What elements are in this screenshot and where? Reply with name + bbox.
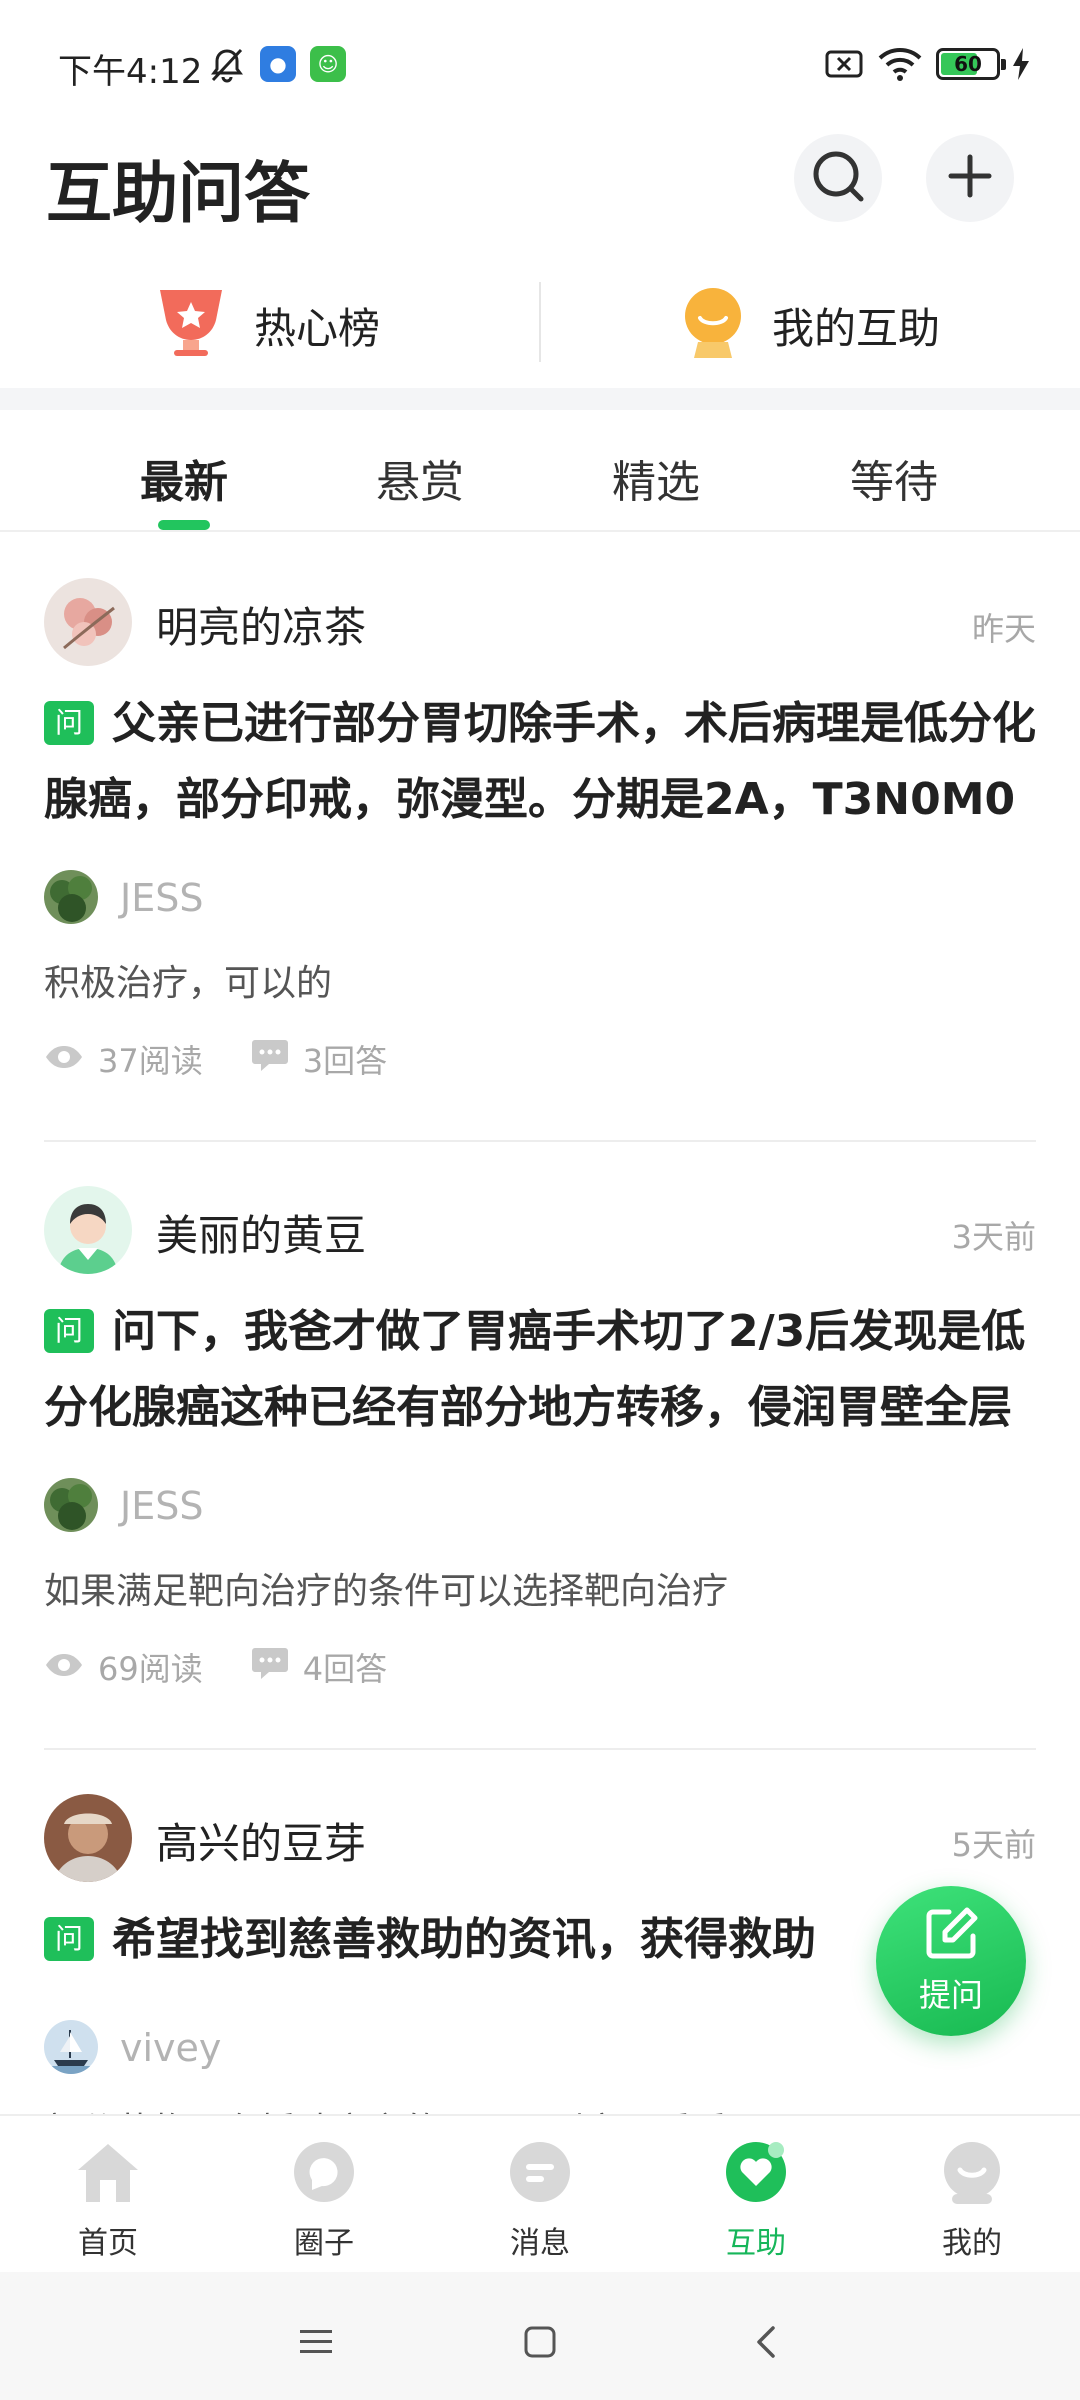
quick-link-label: 热心榜 [254, 303, 381, 353]
search-icon [809, 147, 867, 209]
username[interactable]: 明亮的凉茶 [156, 594, 366, 655]
search-button[interactable] [794, 134, 882, 222]
answerer-avatar[interactable] [44, 2020, 98, 2074]
quick-link-label: 我的互助 [772, 303, 941, 353]
answer-preview: 如果满足靶向治疗的条件可以选择靶向治疗 [44, 1571, 729, 1612]
heart-icon [722, 2140, 790, 2210]
charging-bolt-icon [1010, 46, 1032, 86]
question-feed: 明亮的凉茶 昨天 问父亲已进行部分胃切除手术，术后病理是低分化腺癌，部分印戒，弥… [0, 534, 1080, 2114]
bell-off-icon [208, 46, 246, 88]
nav-label: 互助 [726, 2226, 786, 2261]
section-gap [0, 388, 1080, 410]
answerer-name[interactable]: JESS [120, 1484, 203, 1528]
nav-label: 我的 [942, 2226, 1002, 2261]
post-time: 5天前 [951, 1826, 1036, 1864]
battery-icon: 60 [936, 48, 1006, 80]
answerer-name[interactable]: JESS [120, 876, 203, 920]
answerer-avatar[interactable] [44, 870, 98, 924]
home-icon [74, 2140, 142, 2210]
profile-icon [938, 2140, 1006, 2210]
message-icon [506, 2140, 574, 2210]
avatar[interactable] [44, 1186, 132, 1274]
wifi-icon [878, 46, 922, 86]
nav-circle[interactable]: 圈子 [216, 2140, 432, 2262]
nav-label: 圈子 [294, 2226, 354, 2261]
trophy-icon [154, 286, 228, 364]
post-stats: 69阅读 4回答 [44, 1642, 435, 1692]
answer-count: 4回答 [302, 1650, 388, 1688]
add-button[interactable] [926, 134, 1014, 222]
question-title[interactable]: 问父亲已进行部分胃切除手术，术后病理是低分化腺癌，部分印戒，弥漫型。分期是2A，… [44, 686, 1036, 838]
tab-bar: 最新 悬赏 精选 等待 [0, 410, 1080, 532]
eye-icon [44, 1648, 98, 1686]
nav-profile[interactable]: 我的 [864, 2140, 1080, 2262]
post-time: 3天前 [951, 1218, 1036, 1256]
question-badge: 问 [44, 1309, 94, 1353]
username[interactable]: 美丽的黄豆 [156, 1202, 366, 1263]
nav-label: 消息 [510, 2226, 570, 2261]
post-time: 昨天 [971, 610, 1036, 648]
edit-icon [923, 1906, 979, 1966]
quick-link-my-help[interactable]: 我的互助 [680, 270, 940, 380]
nav-home[interactable]: 首页 [0, 2140, 216, 2262]
nav-messages[interactable]: 消息 [432, 2140, 648, 2262]
home-square-icon[interactable] [510, 2312, 570, 2372]
read-count: 37阅读 [98, 1042, 203, 1080]
question-text: 父亲已进行部分胃切除手术，术后病理是低分化腺癌，部分印戒，弥漫型。分期是2A，T… [44, 698, 1036, 825]
tab-indicator [158, 520, 210, 530]
ask-question-button[interactable]: 提问 [876, 1886, 1026, 2036]
plus-icon [945, 151, 995, 205]
username[interactable]: 高兴的豆芽 [156, 1810, 366, 1871]
comment-icon [251, 1646, 303, 1688]
avatar[interactable] [44, 1794, 132, 1882]
android-icon: ☺ [310, 46, 346, 82]
menu-icon[interactable] [286, 2312, 346, 2372]
quick-links: 热心榜 我的互助 [0, 270, 1080, 380]
page-title: 互助问答 [46, 155, 310, 232]
circle-chat-icon [290, 2140, 358, 2210]
tab-latest[interactable]: 最新 [94, 446, 274, 510]
eye-icon [44, 1040, 98, 1078]
read-count: 69阅读 [98, 1650, 203, 1688]
answer-preview: 部分药物是有援助方案的，可以到官网看看 [44, 2102, 728, 2114]
question-badge: 问 [44, 1917, 94, 1961]
question-title[interactable]: 问问下，我爸才做了胃癌手术切了2/3后发现是低分化腺癌这种已经有部分地方转移，侵… [44, 1294, 1036, 1446]
quick-divider [539, 282, 541, 362]
answer-preview: 积极治疗，可以的 [44, 963, 333, 1004]
question-text: 希望找到慈善救助的资讯，获得救助 [112, 1914, 816, 1965]
app-notification-icon: ● [260, 46, 296, 82]
question-card[interactable]: 明亮的凉茶 昨天 问父亲已进行部分胃切除手术，术后病理是低分化腺癌，部分印戒，弥… [0, 534, 1080, 1142]
quick-link-leaderboard[interactable]: 热心榜 [154, 270, 380, 380]
post-stats: 37阅读 3回答 [44, 1034, 435, 1084]
tab-bounty[interactable]: 悬赏 [330, 446, 510, 510]
fab-label: 提问 [918, 1976, 983, 2014]
system-nav-bar [0, 2272, 1080, 2400]
status-bar: 下午4:12 ● ☺ 60 [0, 0, 1080, 130]
bottom-nav: 首页 圈子 消息 互助 我的 [0, 2114, 1080, 2272]
smile-icon [680, 286, 746, 364]
answer-count: 3回答 [302, 1042, 388, 1080]
answerer-avatar[interactable] [44, 1478, 98, 1532]
tab-waiting[interactable]: 等待 [804, 446, 984, 510]
comment-icon [251, 1038, 303, 1080]
nav-mutual-help[interactable]: 互助 [648, 2140, 864, 2262]
avatar[interactable] [44, 578, 132, 666]
question-badge: 问 [44, 701, 94, 745]
question-card[interactable]: 美丽的黄豆 3天前 问问下，我爸才做了胃癌手术切了2/3后发现是低分化腺癌这种已… [0, 1142, 1080, 1750]
sim-no-service-icon [824, 46, 864, 86]
question-text: 问下，我爸才做了胃癌手术切了2/3后发现是低分化腺癌这种已经有部分地方转移，侵润… [44, 1306, 1026, 1433]
answerer-name[interactable]: vivey [120, 2026, 221, 2070]
back-icon[interactable] [736, 2312, 796, 2372]
tab-featured[interactable]: 精选 [566, 446, 746, 510]
status-time: 下午4:12 [58, 52, 203, 92]
nav-label: 首页 [78, 2226, 138, 2261]
